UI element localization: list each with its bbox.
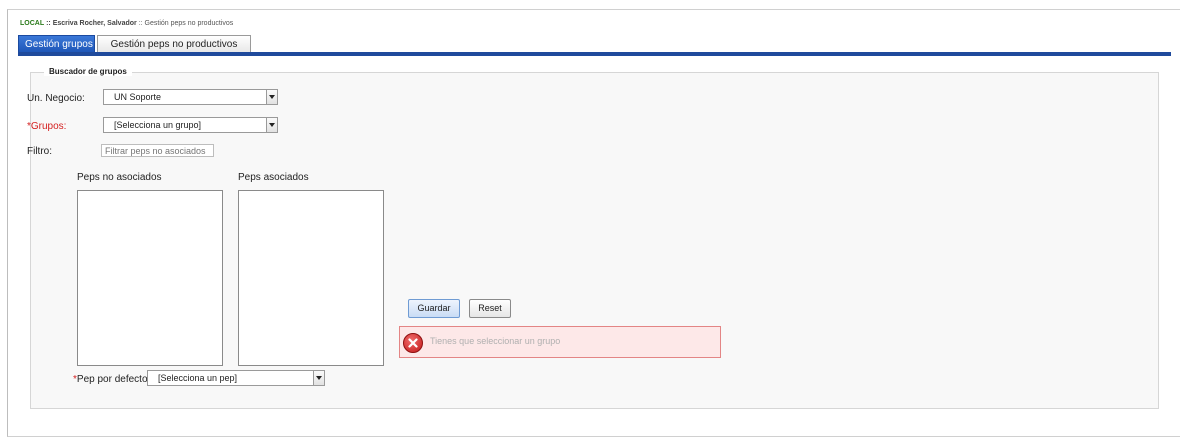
chevron-down-icon — [313, 371, 324, 385]
pep-defecto-select-value: [Selecciona un pep] — [158, 373, 238, 383]
filtro-input[interactable] — [101, 144, 214, 157]
tab-gestion-peps[interactable]: Gestión peps no productivos — [97, 35, 251, 52]
error-text: Tienes que seleccionar un grupo — [430, 336, 561, 346]
breadcrumb: LOCAL :: Escriva Rocher, Salvador :: Ges… — [20, 20, 233, 27]
tab-bar — [18, 52, 1171, 56]
save-button[interactable]: Guardar — [408, 299, 460, 318]
breadcrumb-user: Escriva Rocher, Salvador — [52, 20, 137, 27]
breadcrumb-env: LOCAL — [20, 20, 45, 27]
chevron-down-icon — [266, 118, 277, 132]
negocio-select-value: UN Soporte — [114, 92, 162, 102]
breadcrumb-page: Gestión peps no productivos — [144, 20, 234, 27]
error-x-icon — [403, 333, 423, 353]
negocio-select[interactable]: UN Soporte — [103, 89, 278, 105]
chevron-down-icon — [266, 90, 277, 104]
no-asociados-label: Peps no asociados — [77, 172, 162, 183]
asociados-label: Peps asociados — [238, 172, 309, 183]
breadcrumb-sep: :: — [46, 20, 51, 27]
negocio-label: Un. Negocio: — [27, 93, 85, 104]
peps-no-asociados-list[interactable] — [77, 190, 223, 366]
tab-gestion-grupos[interactable]: Gestión grupos — [18, 35, 95, 52]
pep-defecto-label-text: Pep por defecto: — [76, 374, 151, 385]
grupos-select[interactable]: [Selecciona un grupo] — [103, 117, 278, 133]
pep-defecto-label: *Pep por defecto: — [73, 374, 150, 385]
breadcrumb-sep: :: — [138, 20, 143, 27]
grupos-select-value: [Selecciona un grupo] — [114, 120, 202, 130]
pep-defecto-select[interactable]: [Selecciona un pep] — [147, 370, 325, 386]
reset-button[interactable]: Reset — [469, 299, 511, 318]
error-message: Tienes que seleccionar un grupo — [399, 326, 721, 358]
peps-asociados-list[interactable] — [238, 190, 384, 366]
panel-legend: Buscador de grupos — [44, 67, 132, 76]
filtro-label: Filtro: — [27, 146, 52, 157]
grupos-label: *Grupos: — [27, 121, 67, 132]
